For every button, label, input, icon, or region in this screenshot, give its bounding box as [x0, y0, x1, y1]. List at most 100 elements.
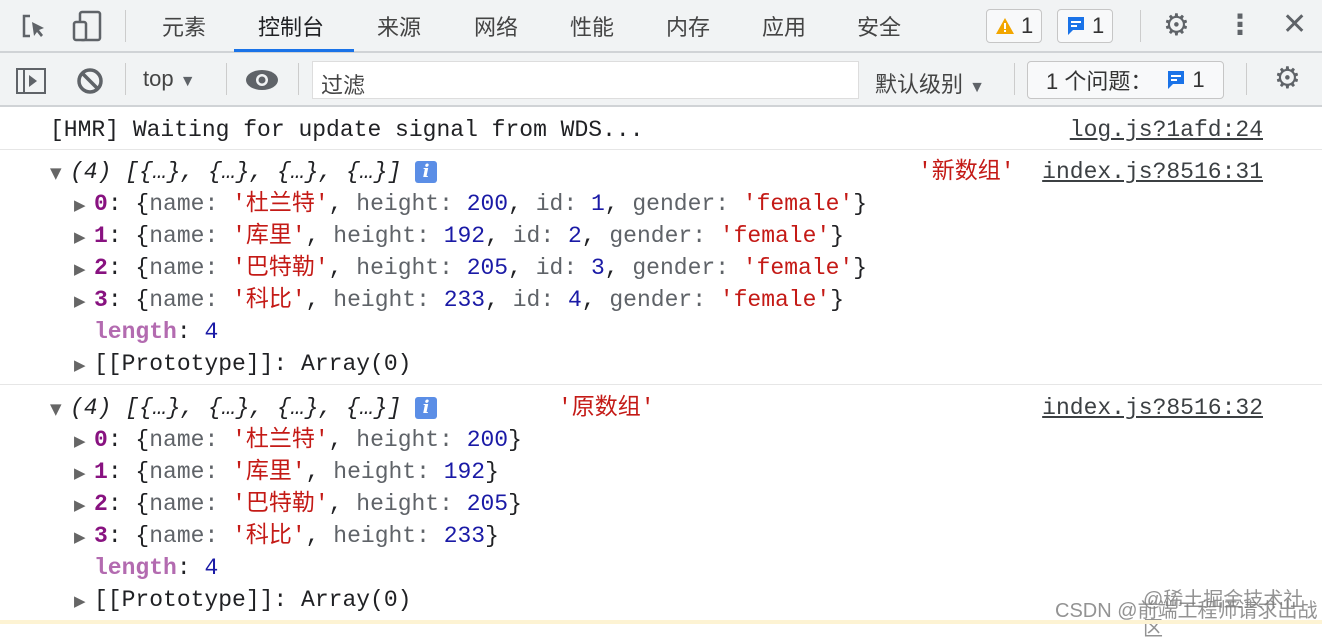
property-key: height: — [356, 191, 467, 217]
expand-triangle-icon[interactable]: ▶ — [74, 425, 94, 457]
context-selector[interactable]: top ▼ — [143, 66, 196, 92]
property-value: 192 — [443, 459, 486, 485]
property-key: height: — [333, 223, 444, 249]
punctuation: : — [176, 319, 205, 345]
expand-triangle-icon[interactable]: ▶ — [74, 285, 94, 317]
property-value: 200 — [466, 191, 509, 217]
property-key: name: — [149, 523, 233, 549]
property-key: height: — [356, 255, 467, 281]
punctuation: , — [604, 191, 633, 217]
property-value: 205 — [466, 491, 509, 517]
tab-memory[interactable]: 内存 — [666, 10, 710, 42]
property-key: name: — [149, 255, 233, 281]
tab-network[interactable]: 网络 — [474, 10, 518, 42]
item-index: 0 — [94, 191, 108, 217]
punctuation: : { — [107, 523, 150, 549]
property-value: 205 — [466, 255, 509, 281]
punctuation: , — [508, 255, 536, 281]
tab-performance[interactable]: 性能 — [570, 10, 614, 42]
hmr-log-message: [HMR] Waiting for update signal from WDS… — [50, 117, 644, 143]
array-group-header[interactable]: ▼ (4) [{…}, {…}, {…}, {…}] i — [50, 392, 438, 425]
source-link[interactable]: index.js?8516:31 — [1042, 156, 1263, 188]
console-settings-icon[interactable]: ⚙ — [1274, 64, 1301, 94]
punctuation: , — [305, 287, 334, 313]
more-options-icon[interactable]: ⋮ — [1226, 8, 1254, 42]
expand-triangle-icon[interactable]: ▶ — [74, 349, 94, 381]
expand-triangle-icon[interactable]: ▶ — [74, 585, 94, 617]
source-link[interactable]: log.js?1afd:24 — [1070, 114, 1263, 146]
property-key: name: — [149, 427, 233, 453]
punctuation: : { — [107, 459, 150, 485]
inspect-element-icon[interactable] — [20, 12, 48, 40]
property-value: '巴特勒' — [232, 255, 329, 281]
property-value: '杜兰特' — [232, 427, 329, 453]
punctuation: } — [485, 523, 499, 549]
property-key: height: — [356, 491, 467, 517]
punctuation: , — [328, 191, 357, 217]
log-level-selector[interactable]: 默认级别 ▼ — [875, 67, 985, 99]
property-value: 4 — [567, 287, 582, 313]
punctuation: } — [508, 427, 522, 453]
prototype-text: [[Prototype]]: Array(0) — [94, 587, 412, 613]
messages-button[interactable]: 1 — [1057, 9, 1114, 43]
array-item-row[interactable]: ▶ 2: {name: '巴特勒', height: 205, id: 3, ge… — [74, 252, 867, 284]
punctuation: , — [328, 255, 357, 281]
property-key: height: — [356, 427, 467, 453]
punctuation: , — [305, 459, 334, 485]
collapse-triangle-icon[interactable]: ▼ — [50, 157, 70, 189]
collapse-triangle-icon[interactable]: ▼ — [50, 393, 70, 425]
tab-elements[interactable]: 元素 — [162, 10, 206, 42]
tab-application[interactable]: 应用 — [762, 10, 806, 42]
active-tab-indicator — [234, 49, 354, 52]
issues-button[interactable]: 1 个问题： 1 — [1027, 61, 1224, 99]
array-item-row[interactable]: ▶ 1: {name: '库里', height: 192} — [74, 456, 499, 488]
context-value: top — [143, 66, 174, 91]
settings-icon[interactable]: ⚙ — [1163, 11, 1190, 41]
watermark-csdn: CSDN @前端工程师请求出战 — [1055, 600, 1318, 622]
array-item-row[interactable]: ▶ 3: {name: '科比', height: 233, id: 4, gen… — [74, 284, 844, 316]
tab-sources[interactable]: 来源 — [377, 10, 421, 42]
array-item-row[interactable]: ▶ 0: {name: '杜兰特', height: 200, id: 1, ge… — [74, 188, 867, 220]
dropdown-arrow-icon: ▼ — [179, 73, 196, 90]
property-value: '科比' — [232, 523, 306, 549]
array-item-row[interactable]: ▶ 1: {name: '库里', height: 192, id: 2, gen… — [74, 220, 844, 252]
punctuation: } — [830, 287, 845, 313]
length-row: length: 4 — [94, 552, 218, 584]
expand-triangle-icon[interactable]: ▶ — [74, 489, 94, 521]
source-link[interactable]: index.js?8516:32 — [1042, 392, 1263, 424]
sidebar-toggle-icon[interactable] — [16, 68, 46, 99]
tab-security[interactable]: 安全 — [857, 10, 901, 42]
expand-triangle-icon[interactable]: ▶ — [74, 253, 94, 285]
expand-triangle-icon[interactable]: ▶ — [74, 521, 94, 553]
array-item-row[interactable]: ▶ 0: {name: '杜兰特', height: 200} — [74, 424, 522, 456]
property-key: id: — [512, 287, 568, 313]
punctuation: : { — [107, 223, 150, 249]
property-value: 2 — [567, 223, 582, 249]
property-value: 1 — [590, 191, 605, 217]
prototype-row[interactable]: ▶ [[Prototype]]: Array(0) — [74, 584, 411, 616]
tab-console[interactable]: 控制台 — [258, 10, 324, 42]
clear-console-icon[interactable] — [76, 67, 104, 100]
punctuation: , — [581, 223, 610, 249]
console-toolbar: top ▼ 过滤 默认级别 ▼ 1 个问题： 1 ⚙ — [0, 53, 1322, 107]
punctuation: , — [604, 255, 633, 281]
punctuation: : { — [107, 191, 150, 217]
expand-triangle-icon[interactable]: ▶ — [74, 189, 94, 221]
log-label: '新数组' — [918, 159, 1015, 185]
array-group-header[interactable]: ▼ (4) [{…}, {…}, {…}, {…}] i — [50, 156, 438, 189]
device-toolbar-icon[interactable] — [72, 10, 102, 42]
live-expression-eye-icon[interactable] — [245, 69, 279, 96]
close-icon[interactable]: ✕ — [1282, 8, 1307, 42]
item-index: 0 — [94, 427, 108, 453]
warnings-button[interactable]: 1 — [986, 9, 1043, 43]
array-item-row[interactable]: ▶ 2: {name: '巴特勒', height: 205} — [74, 488, 522, 520]
prototype-row[interactable]: ▶ [[Prototype]]: Array(0) — [74, 348, 411, 380]
property-key: id: — [535, 255, 591, 281]
expand-triangle-icon[interactable]: ▶ — [74, 221, 94, 253]
property-value: 'female' — [742, 191, 854, 217]
filter-input[interactable]: 过滤 — [312, 61, 859, 99]
expand-triangle-icon[interactable]: ▶ — [74, 457, 94, 489]
array-summary: (4) [{…}, {…}, {…}, {…}] — [70, 159, 402, 185]
item-index: 2 — [94, 491, 108, 517]
array-item-row[interactable]: ▶ 3: {name: '科比', height: 233} — [74, 520, 499, 552]
